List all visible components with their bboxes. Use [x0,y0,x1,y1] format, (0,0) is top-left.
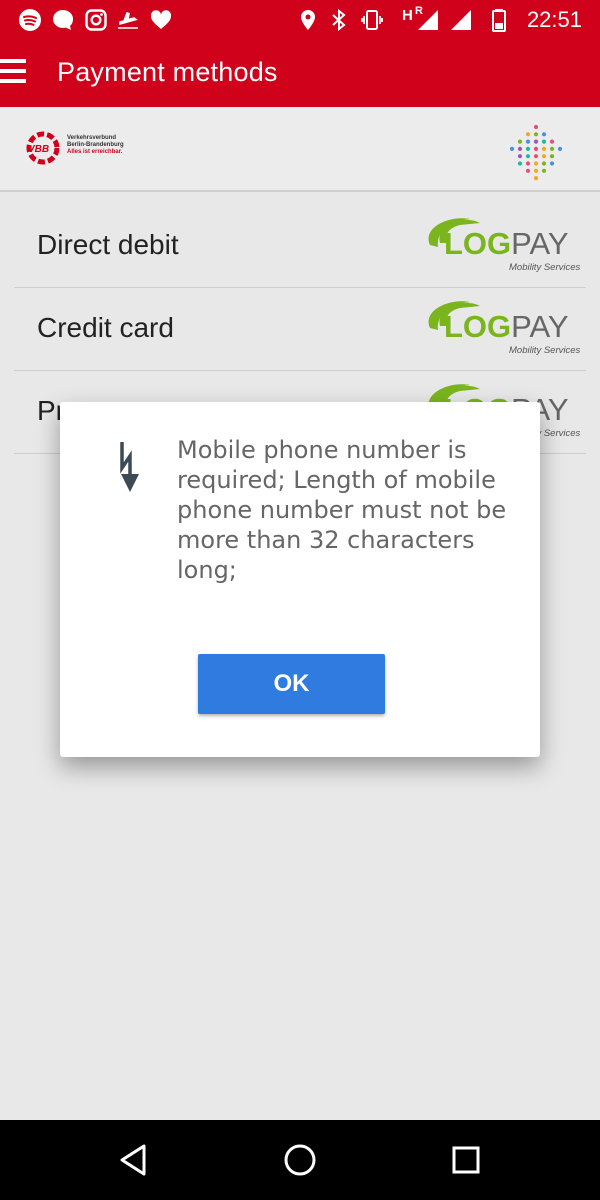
vbb-logo-text: Verkehrsverbund Berlin-Brandenburg Alles… [67,135,124,155]
svg-text:LOGPAY: LOGPAY [444,226,569,261]
brand-dot [541,161,547,166]
error-icon [120,442,139,492]
brand-dot [549,146,555,151]
brand-dot [525,146,531,151]
brand-dot [525,168,531,173]
heart-icon [150,10,172,29]
brand-dot [533,139,539,144]
location-icon [301,10,315,30]
logpay-logo: LOGPAY Mobility Services [428,218,581,273]
payment-method-item[interactable]: Direct debit LOGPAY Mobility Services [14,205,586,288]
vibrate-icon [361,10,383,30]
brand-dot [533,154,539,159]
recents-icon[interactable] [444,1138,488,1182]
error-dialog: Mobile phone number is required; Length … [60,402,540,757]
brand-dot [541,168,547,173]
brand-dot [509,146,515,151]
brand-dot [533,168,539,173]
brand-dot [525,139,531,144]
brand-dot [533,124,539,130]
vbb-logo-mark: VBB [26,131,60,165]
svg-text:Mobility Services: Mobility Services [509,262,581,273]
brand-dot [517,154,523,159]
brand-dot [517,146,523,151]
menu-icon[interactable] [0,59,28,89]
status-time: 22:51 [526,7,582,32]
brand-dot [541,132,547,137]
payment-method-label: Credit card [37,312,174,343]
dialog-message: Mobile phone number is required; Length … [177,436,507,584]
logpay-logo: LOGPAY Mobility Services [428,301,581,356]
status-bar: H R 22:51 [0,0,600,40]
spotify-icon [19,9,41,31]
brand-dot [517,161,523,166]
svg-text:Mobility Services: Mobility Services [509,345,581,356]
brand-dot [533,146,539,151]
signal-icon [451,10,471,30]
brand-dot [549,154,555,159]
brand-dot [541,139,547,144]
brand-dot [541,154,547,159]
app-bar: Payment methods [0,40,600,107]
flight-icon [118,12,138,29]
signal-icon [418,10,438,30]
home-icon[interactable] [278,1138,322,1182]
vbb-logo: VBB Verkehrsverbund Berlin-Brandenburg A… [26,129,146,169]
payment-method-label: Direct debit [37,229,179,260]
instagram-icon [85,9,107,31]
brand-dot [557,146,563,151]
bluetooth-icon [332,8,346,32]
payment-method-item[interactable]: Credit card LOGPAY Mobility Services [14,288,586,371]
brand-dots-logo [509,124,563,181]
brand-dot [541,146,547,151]
battery-icon [492,9,506,32]
brand-dot [533,161,539,166]
message-icon [53,9,74,30]
brand-dot [517,139,523,144]
brand-dot [525,132,531,137]
brand-dot [549,139,555,144]
svg-text:VBB: VBB [28,144,49,155]
brand-dot [533,176,539,181]
logo-header: VBB Verkehrsverbund Berlin-Brandenburg A… [0,107,600,192]
back-icon[interactable] [112,1138,156,1182]
ok-button[interactable]: OK [198,654,385,714]
svg-text:LOGPAY: LOGPAY [444,309,569,344]
network-type-label: H [402,7,413,24]
brand-dot [525,161,531,166]
page-title: Payment methods [57,57,278,87]
brand-dot [533,132,539,137]
navigation-bar [0,1120,600,1200]
brand-dot [525,154,531,159]
brand-dot [549,161,555,166]
